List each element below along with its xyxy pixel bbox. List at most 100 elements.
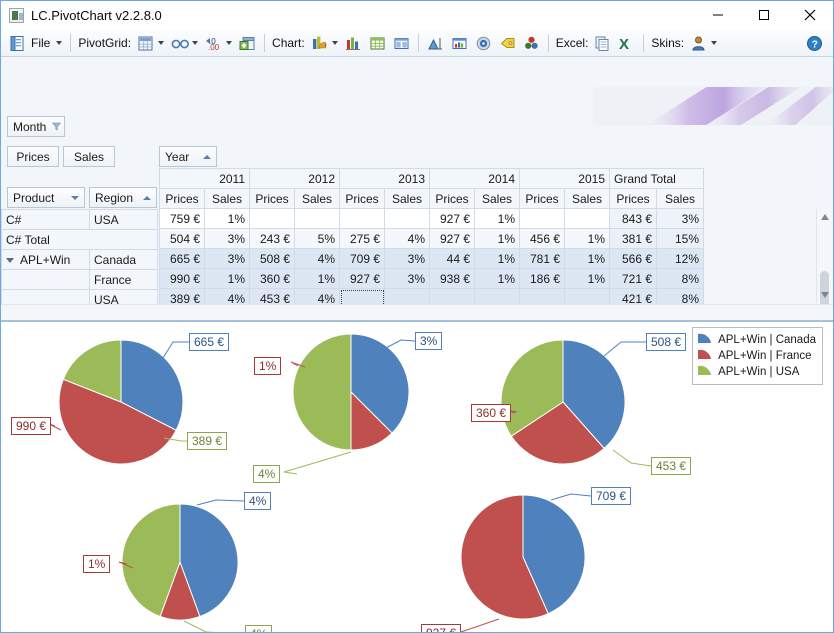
table-cell[interactable]: 781 € bbox=[519, 248, 565, 269]
filter-field-month[interactable]: Month bbox=[7, 116, 65, 137]
table-cell[interactable]: 665 € bbox=[159, 248, 205, 269]
measure-header[interactable]: Prices bbox=[249, 188, 295, 209]
table-cell[interactable]: 927 € bbox=[339, 268, 385, 289]
measure-header[interactable]: Sales bbox=[384, 188, 430, 209]
add-field-button[interactable] bbox=[236, 32, 259, 54]
table-cell[interactable]: 721 € bbox=[609, 268, 657, 289]
palette-button[interactable] bbox=[520, 32, 543, 54]
table-cell[interactable]: 1% bbox=[204, 208, 250, 229]
data-field-prices[interactable]: Prices bbox=[7, 146, 59, 167]
row-header-total[interactable]: C# Total bbox=[1, 229, 158, 250]
table-cell[interactable] bbox=[384, 208, 430, 229]
table-cell[interactable]: 508 € bbox=[249, 248, 295, 269]
close-button[interactable] bbox=[787, 1, 833, 30]
table-cell[interactable]: 927 € bbox=[429, 208, 475, 229]
table-cell[interactable]: 5% bbox=[294, 228, 340, 249]
column-group-header[interactable]: 2015 bbox=[519, 168, 610, 189]
table-cell[interactable] bbox=[249, 208, 295, 229]
measure-header[interactable]: Sales bbox=[564, 188, 610, 209]
table-cell[interactable]: 1% bbox=[474, 228, 520, 249]
legend-item[interactable]: APL+Win | Canada bbox=[697, 332, 816, 348]
table-cell[interactable]: 504 € bbox=[159, 228, 205, 249]
pie-slice[interactable] bbox=[522, 494, 586, 615]
vertical-scrollbar[interactable] bbox=[816, 209, 832, 307]
table-cell[interactable]: 243 € bbox=[249, 228, 295, 249]
minimize-button[interactable] bbox=[695, 1, 741, 30]
row-header-product[interactable] bbox=[1, 269, 90, 290]
measure-header[interactable]: Sales bbox=[474, 188, 520, 209]
measure-header[interactable]: Prices bbox=[609, 188, 657, 209]
column-group-header[interactable]: 2013 bbox=[339, 168, 430, 189]
table-cell[interactable]: 3% bbox=[384, 268, 430, 289]
table-cell[interactable]: 15% bbox=[656, 228, 704, 249]
pie-3d-button[interactable] bbox=[472, 32, 495, 54]
area-chart-button[interactable] bbox=[424, 32, 447, 54]
grand-total-header[interactable]: Grand Total bbox=[609, 168, 704, 189]
row-header-product[interactable]: APL+Win bbox=[1, 249, 90, 270]
table-cell[interactable]: 1% bbox=[564, 248, 610, 269]
chart-type-button[interactable] bbox=[308, 32, 341, 54]
file-menu-button[interactable]: File bbox=[6, 32, 65, 54]
column-field-year[interactable]: Year bbox=[159, 146, 217, 167]
table-cell[interactable] bbox=[294, 208, 340, 229]
table-cell[interactable]: 1% bbox=[204, 268, 250, 289]
help-button[interactable]: ? bbox=[803, 32, 826, 54]
data-table-button[interactable] bbox=[366, 32, 389, 54]
table-cell[interactable]: 709 € bbox=[339, 248, 385, 269]
table-cell[interactable]: 3% bbox=[204, 248, 250, 269]
table-cell[interactable]: 360 € bbox=[249, 268, 295, 289]
row-header-region[interactable]: France bbox=[89, 269, 158, 290]
columns-button[interactable] bbox=[390, 32, 413, 54]
table-cell[interactable]: 1% bbox=[474, 248, 520, 269]
skin-select-button[interactable] bbox=[687, 32, 720, 54]
table-cell[interactable] bbox=[339, 208, 385, 229]
table-cell[interactable]: 1% bbox=[474, 268, 520, 289]
row-field-product[interactable]: Product bbox=[7, 187, 85, 208]
table-cell[interactable]: 566 € bbox=[609, 248, 657, 269]
scroll-up-button[interactable] bbox=[817, 209, 832, 225]
table-cell[interactable]: 1% bbox=[564, 228, 610, 249]
legend-item[interactable]: APL+Win | USA bbox=[697, 364, 816, 380]
decimals-button[interactable]: .0.00 bbox=[202, 32, 235, 54]
table-cell[interactable]: 381 € bbox=[609, 228, 657, 249]
table-cell[interactable]: 843 € bbox=[609, 208, 657, 229]
table-cell[interactable]: 3% bbox=[656, 208, 704, 229]
maximize-button[interactable] bbox=[741, 1, 787, 30]
row-header-region[interactable]: Canada bbox=[89, 249, 158, 270]
table-cell[interactable]: 1% bbox=[564, 268, 610, 289]
excel-export-button[interactable]: X bbox=[615, 32, 638, 54]
column-group-header[interactable]: 2012 bbox=[249, 168, 340, 189]
row-field-region[interactable]: Region bbox=[89, 187, 157, 208]
measure-header[interactable]: Sales bbox=[656, 188, 704, 209]
pie-slice[interactable] bbox=[460, 494, 549, 620]
grid-layout-button[interactable] bbox=[134, 32, 167, 54]
row-header-product[interactable]: C# bbox=[1, 209, 90, 230]
table-cell[interactable]: 927 € bbox=[429, 228, 475, 249]
table-cell[interactable]: 759 € bbox=[159, 208, 205, 229]
pivot-data-area[interactable]: 2011 2012 2013 2014 2015 Grand Total Prices Sa… bbox=[159, 168, 833, 320]
table-cell[interactable]: 8% bbox=[656, 268, 704, 289]
measure-header[interactable]: Prices bbox=[159, 188, 205, 209]
glasses-button[interactable] bbox=[168, 32, 201, 54]
measure-header[interactable]: Prices bbox=[519, 188, 565, 209]
table-cell[interactable]: 275 € bbox=[339, 228, 385, 249]
table-cell[interactable]: 1% bbox=[474, 208, 520, 229]
measure-header[interactable]: Prices bbox=[429, 188, 475, 209]
expand-collapse-icon[interactable] bbox=[6, 257, 14, 263]
excel-copy-button[interactable] bbox=[591, 32, 614, 54]
scroll-down-button[interactable] bbox=[817, 287, 832, 303]
table-cell[interactable]: 4% bbox=[384, 228, 430, 249]
horizontal-scrollbar[interactable] bbox=[1, 304, 833, 320]
chart-grid-button[interactable] bbox=[448, 32, 471, 54]
table-cell[interactable]: 3% bbox=[384, 248, 430, 269]
measure-header[interactable]: Sales bbox=[294, 188, 340, 209]
table-cell[interactable]: 1% bbox=[294, 268, 340, 289]
column-group-header[interactable]: 2011 bbox=[159, 168, 250, 189]
data-field-sales[interactable]: Sales bbox=[63, 146, 115, 167]
table-cell[interactable]: 990 € bbox=[159, 268, 205, 289]
table-cell[interactable]: 12% bbox=[656, 248, 704, 269]
measure-header[interactable]: Sales bbox=[204, 188, 250, 209]
row-header-region[interactable]: USA bbox=[89, 209, 158, 230]
table-cell[interactable] bbox=[519, 208, 565, 229]
table-cell[interactable]: 4% bbox=[294, 248, 340, 269]
